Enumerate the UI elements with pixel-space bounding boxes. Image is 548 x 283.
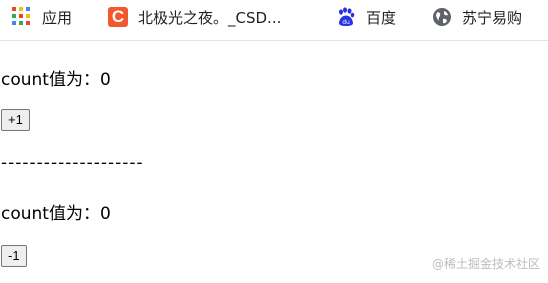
- bookmark-apps-label: 应用: [42, 8, 73, 27]
- baidu-paw-icon: du: [336, 7, 356, 27]
- bookmark-csdn[interactable]: C 北极光之夜。_CSD...: [108, 5, 281, 29]
- globe-icon: [432, 7, 452, 27]
- divider-line: --------------------: [1, 153, 144, 173]
- increment-button[interactable]: +1: [1, 109, 30, 131]
- bookmark-csdn-label: 北极光之夜。_CSD...: [138, 8, 282, 27]
- svg-text:du: du: [342, 19, 350, 26]
- decrement-button[interactable]: -1: [1, 245, 27, 267]
- bookmark-baidu-label: 百度: [366, 8, 397, 27]
- count-display-1: count值为：0: [1, 70, 111, 90]
- bookmark-suning[interactable]: 苏宁易购: [432, 5, 522, 29]
- csdn-c-icon: C: [108, 7, 128, 27]
- bookmark-baidu[interactable]: du 百度: [336, 5, 396, 29]
- watermark: @稀土掘金技术社区: [431, 257, 540, 271]
- bookmarks-bar: 应用 C 北极光之夜。_CSD... du 百度 苏宁易购: [0, 0, 548, 41]
- bookmark-suning-label: 苏宁易购: [462, 8, 523, 27]
- bookmark-apps[interactable]: 应用: [12, 5, 72, 29]
- count-display-2: count值为：0: [1, 204, 111, 224]
- apps-grid-icon: [12, 7, 32, 27]
